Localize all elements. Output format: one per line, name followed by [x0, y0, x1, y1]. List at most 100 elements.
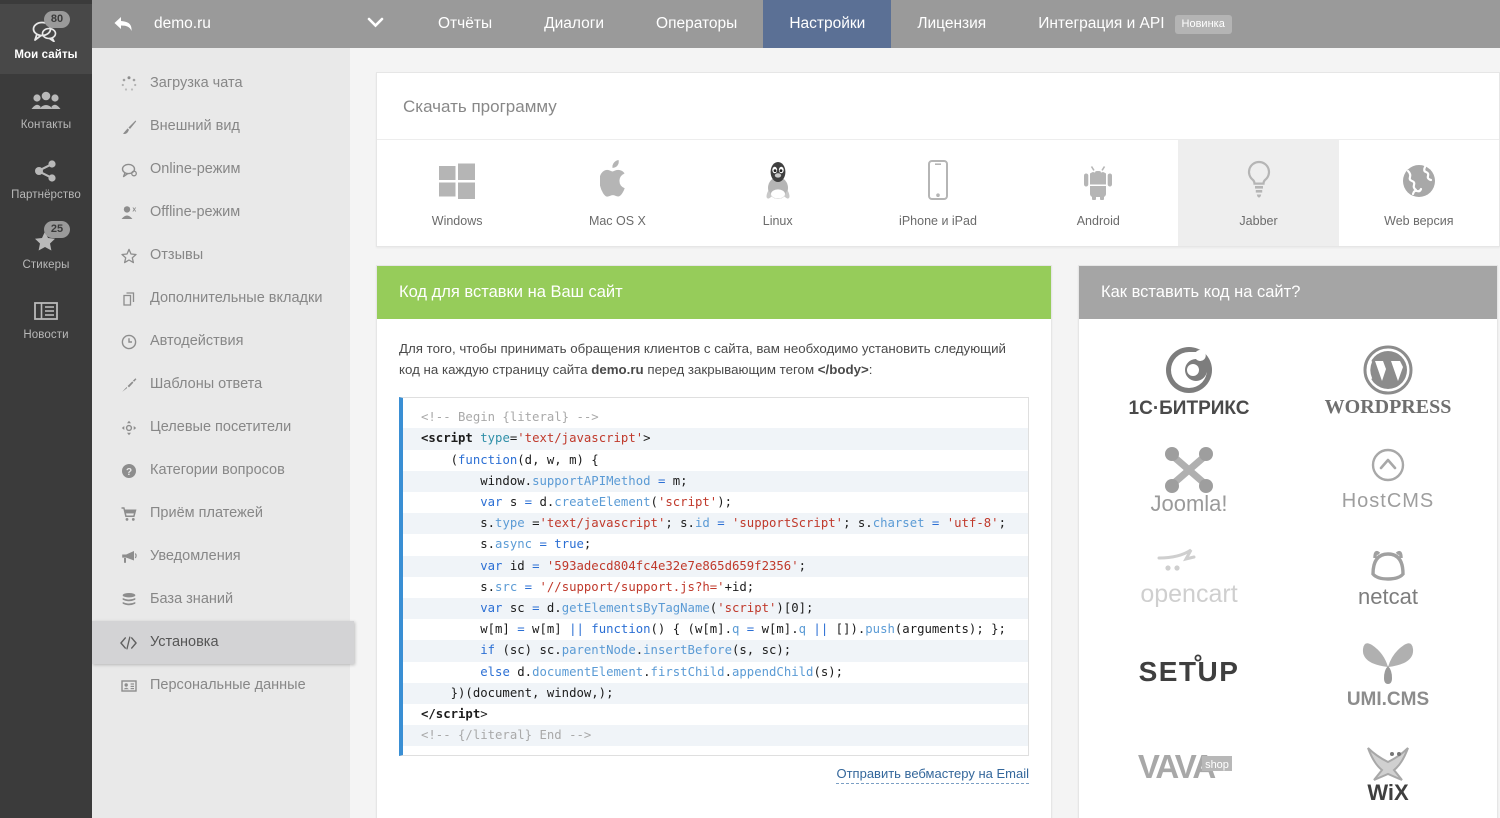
- tab-label: Операторы: [656, 15, 738, 32]
- tab-label: Настройки: [789, 15, 866, 32]
- download-platform-3[interactable]: Linux: [697, 140, 858, 246]
- code-footer: Отправить вебмастеру на Email: [399, 756, 1029, 790]
- code-line: s.type ='text/javascript'; s.id = 'suppo…: [403, 513, 1028, 535]
- cms-logo-grid: 1C·БИТРИКС WORDPRESS Joomla! HostCMS opencar…: [1079, 319, 1497, 818]
- sidebar-item-label: База знаний: [150, 591, 234, 608]
- code-line: var id = '593adecd804fc4e32e7e865d659f23…: [403, 555, 1028, 577]
- download-platform-1[interactable]: Windows: [377, 140, 538, 246]
- desc-end: :: [868, 361, 873, 377]
- target-move-icon: [120, 419, 137, 436]
- tab-4[interactable]: Настройки: [763, 0, 892, 48]
- back-arrow-icon: [114, 17, 132, 31]
- cms-logo-3[interactable]: Joomla!: [1089, 430, 1288, 527]
- cms-logo-6[interactable]: netcat: [1288, 527, 1487, 624]
- chat-bubbles-icon: 80: [26, 10, 70, 44]
- sidebar-item-8[interactable]: Шаблоны ответа: [92, 363, 350, 406]
- back-button[interactable]: [92, 0, 154, 48]
- cms-help-panel: Как вставить код на сайт? 1C·БИТРИКС WORD…: [1078, 265, 1498, 818]
- tab-6[interactable]: Интеграция и API Новинка: [1012, 0, 1258, 48]
- rail-badge: 80: [44, 10, 70, 28]
- code-line: <script type='text/javascript'>: [403, 428, 1028, 450]
- rail-item-label: Контакты: [20, 118, 72, 131]
- sidebar-item-6[interactable]: Дополнительные вкладки: [92, 277, 350, 320]
- code-icon: [120, 634, 137, 651]
- sidebar-item-15[interactable]: Персональные данные: [92, 664, 350, 707]
- rail-item-1[interactable]: 80 Мои сайты: [0, 4, 92, 74]
- svg-text:opencart: opencart: [1140, 580, 1237, 608]
- apple-icon: [600, 160, 634, 200]
- embed-code-header: Код для вставки на Ваш сайт: [377, 266, 1051, 319]
- download-platform-label: Jabber: [1239, 214, 1278, 228]
- code-snippet[interactable]: <!-- Begin {literal} --> <script type='te…: [399, 397, 1029, 757]
- cms-logo-5[interactable]: opencart: [1089, 527, 1288, 624]
- sidebar-item-4[interactable]: x Offline-режим: [92, 191, 350, 234]
- sidebar-item-12[interactable]: Уведомления: [92, 535, 350, 578]
- svg-text:x: x: [132, 206, 136, 213]
- sidebar-item-11[interactable]: Приём платежей: [92, 492, 350, 535]
- download-platform-6[interactable]: Jabber: [1178, 140, 1339, 246]
- download-platform-label: Web версия: [1384, 214, 1454, 228]
- site-selector[interactable]: demo.ru: [154, 0, 412, 48]
- svg-text:shop: shop: [1205, 759, 1229, 771]
- opencart-logo: opencart: [1114, 536, 1264, 616]
- code-line: (function(d, w, m) {: [403, 449, 1028, 471]
- sidebar-item-label: Целевые посетители: [150, 419, 292, 436]
- download-platform-5[interactable]: Android: [1018, 140, 1179, 246]
- rail-item-label: Партнёрство: [11, 188, 81, 201]
- embed-code-body: Для того, чтобы принимать обращения клие…: [377, 319, 1051, 804]
- rail-item-2[interactable]: Контакты: [0, 74, 92, 144]
- send-to-webmaster-link[interactable]: Отправить вебмастеру на Email: [836, 766, 1029, 785]
- cms-logo-1[interactable]: 1C·БИТРИКС: [1089, 333, 1288, 430]
- platform-row: Windows Mac OS X Linux iPhone и iPad Android…: [377, 140, 1499, 246]
- sidebar-item-5[interactable]: Отзывы: [92, 234, 350, 277]
- tab-3[interactable]: Операторы: [630, 0, 763, 48]
- sidebar-item-7[interactable]: Автодействия: [92, 320, 350, 363]
- tab-1[interactable]: Отчёты: [412, 0, 518, 48]
- netcat-logo: netcat: [1313, 536, 1463, 616]
- sidebar-item-label: Offline-режим: [150, 204, 241, 221]
- chevron-down-icon: [367, 15, 384, 33]
- cms-logo-10[interactable]: WiX: [1288, 721, 1487, 818]
- cms-logo-9[interactable]: VAVA shop: [1089, 721, 1288, 818]
- question-icon: ?: [120, 462, 137, 479]
- app-root: 80 Мои сайты Контакты Партнёрство 25 Стикеры Н…: [0, 0, 1500, 818]
- vava-logo: VAVA shop: [1114, 730, 1264, 810]
- tab-2[interactable]: Диалоги: [518, 0, 630, 48]
- main-content: Скачать программу Windows Mac OS X Linux iP…: [350, 48, 1500, 818]
- cms-logo-8[interactable]: UMI.CMS: [1288, 624, 1487, 721]
- svg-text:UMI.CMS: UMI.CMS: [1346, 689, 1428, 710]
- download-platform-7[interactable]: Web версия: [1338, 140, 1499, 246]
- download-platform-4[interactable]: iPhone и iPad: [857, 140, 1019, 246]
- sidebar-item-9[interactable]: Целевые посетители: [92, 406, 350, 449]
- sidebar-item-3[interactable]: Online-режим: [92, 148, 350, 191]
- sidebar-item-10[interactable]: ? Категории вопросов: [92, 449, 350, 492]
- cms-logo-7[interactable]: SETUP: [1089, 624, 1288, 721]
- code-line: </script>: [403, 704, 1028, 726]
- linux-icon: [762, 160, 794, 200]
- tab-label: Интеграция и API: [1038, 15, 1165, 32]
- tab-badge: Новинка: [1174, 14, 1232, 34]
- rail-item-3[interactable]: Партнёрство: [0, 144, 92, 214]
- code-line: else d.documentElement.firstChild.append…: [403, 661, 1028, 683]
- rail-item-4[interactable]: 25 Стикеры: [0, 214, 92, 284]
- sidebar-item-label: Загрузка чата: [150, 75, 243, 92]
- sidebar-item-1[interactable]: Загрузка чата: [92, 62, 350, 105]
- users-icon: [26, 88, 66, 114]
- code-line: s.async = true;: [403, 534, 1028, 556]
- rail-item-5[interactable]: Новости: [0, 284, 92, 354]
- sidebar-item-13[interactable]: База знаний: [92, 578, 350, 621]
- sidebar-item-2[interactable]: Внешний вид: [92, 105, 350, 148]
- tab-5[interactable]: Лицензия: [891, 0, 1012, 48]
- download-platform-label: iPhone и iPad: [899, 214, 977, 228]
- cms-logo-2[interactable]: WORDPRESS: [1288, 333, 1487, 430]
- download-platform-2[interactable]: Mac OS X: [537, 140, 698, 246]
- cms-logo-4[interactable]: HostCMS: [1288, 430, 1487, 527]
- download-platform-label: Linux: [762, 214, 793, 228]
- top-navigation-bar: demo.ru Отчёты Диалоги Операторы Настройки Л…: [92, 0, 1500, 48]
- sidebar-item-14[interactable]: Установка: [92, 621, 354, 664]
- database-icon: [120, 591, 137, 608]
- lower-row: Код для вставки на Ваш сайт Для того, чт…: [376, 265, 1500, 818]
- download-platform-label: Android: [1076, 214, 1120, 228]
- download-title: Скачать программу: [377, 73, 1499, 140]
- android-icon: [1082, 160, 1114, 200]
